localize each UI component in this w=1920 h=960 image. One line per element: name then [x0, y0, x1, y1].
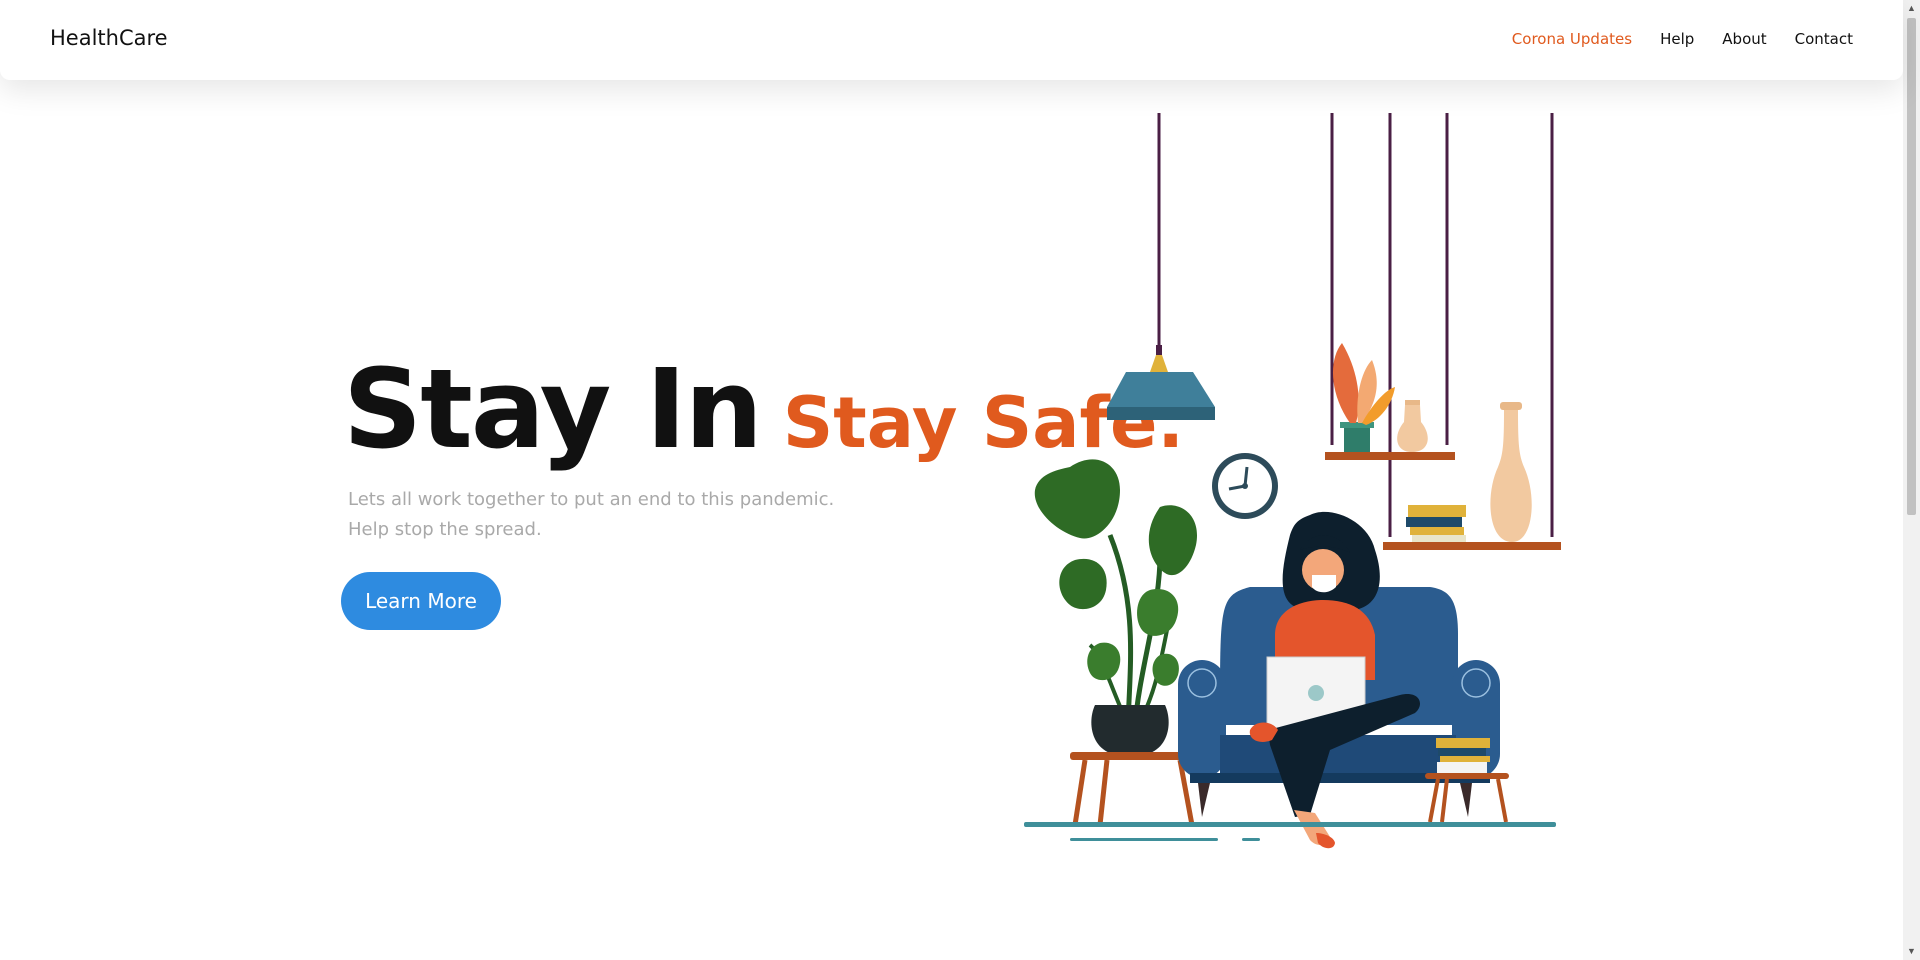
navbar: HealthCare Corona Updates Help About Con…: [0, 0, 1903, 80]
hanging-shelves-icon: [1325, 113, 1561, 550]
side-table-left-icon: [1070, 752, 1198, 826]
hero-subtitle: Lets all work together to put an end to …: [348, 485, 834, 545]
scroll-thumb[interactable]: [1907, 18, 1916, 515]
nav-links: Corona Updates Help About Contact: [1512, 30, 1853, 48]
floor-line-icon: [1024, 822, 1556, 841]
hero-title-main: Stay In: [343, 345, 763, 473]
monstera-plant-icon: [1034, 459, 1198, 753]
scroll-down-arrow-icon[interactable]: ▼: [1903, 943, 1920, 960]
hero-subtitle-line-2: Help stop the spread.: [348, 519, 542, 540]
nav-about[interactable]: About: [1722, 30, 1766, 48]
wall-clock-icon: [1212, 453, 1278, 519]
brand-logo[interactable]: HealthCare: [50, 26, 168, 50]
vertical-scrollbar[interactable]: ▲ ▼: [1903, 0, 1920, 960]
learn-more-button[interactable]: Learn More: [341, 572, 501, 630]
hero-subtitle-line-1: Lets all work together to put an end to …: [348, 489, 835, 510]
nav-help[interactable]: Help: [1660, 30, 1694, 48]
pendant-lamp-icon: [1107, 113, 1215, 420]
scroll-up-arrow-icon[interactable]: ▲: [1903, 0, 1920, 17]
hero-illustration: [1024, 113, 1561, 849]
nav-contact[interactable]: Contact: [1795, 30, 1853, 48]
nav-corona-updates[interactable]: Corona Updates: [1512, 30, 1632, 48]
